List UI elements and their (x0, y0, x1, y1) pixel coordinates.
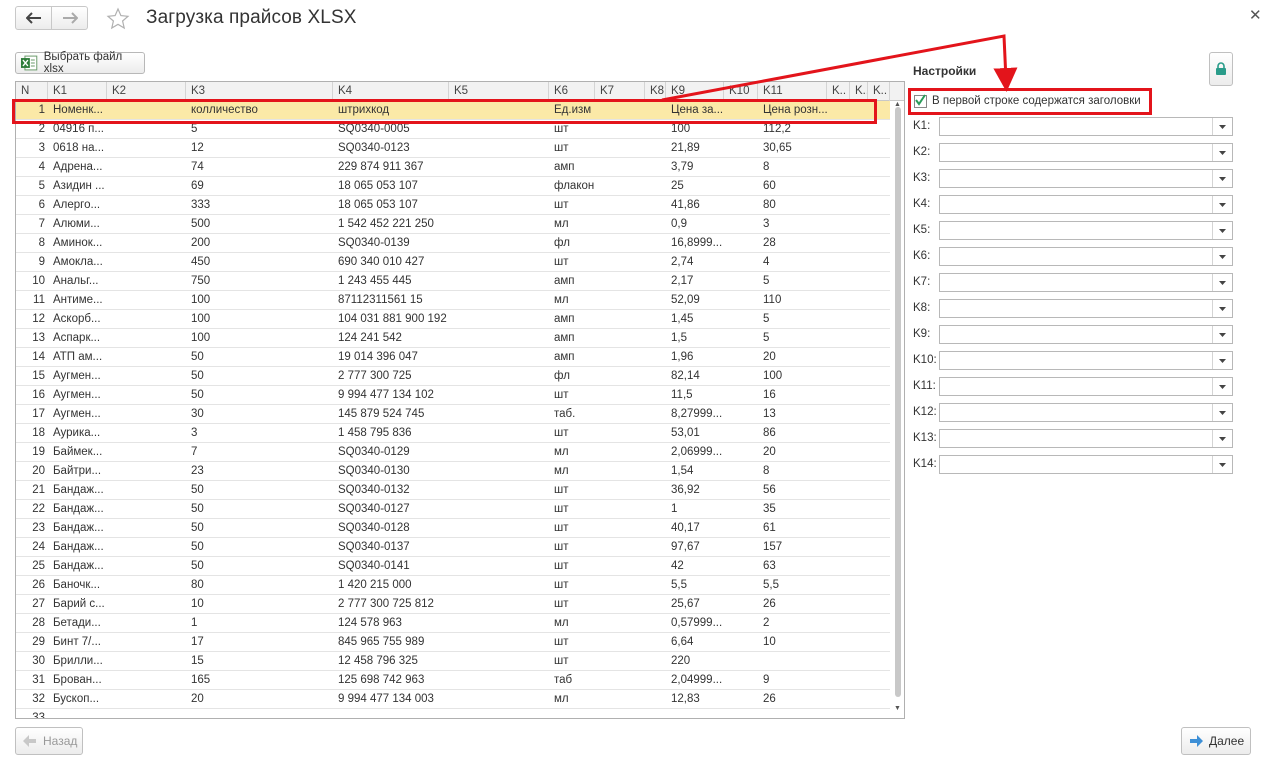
window: Загрузка прайсов XLSX ✕ Выбрать файл xls… (0, 0, 1276, 762)
annotation-arrow (661, 34, 1018, 102)
